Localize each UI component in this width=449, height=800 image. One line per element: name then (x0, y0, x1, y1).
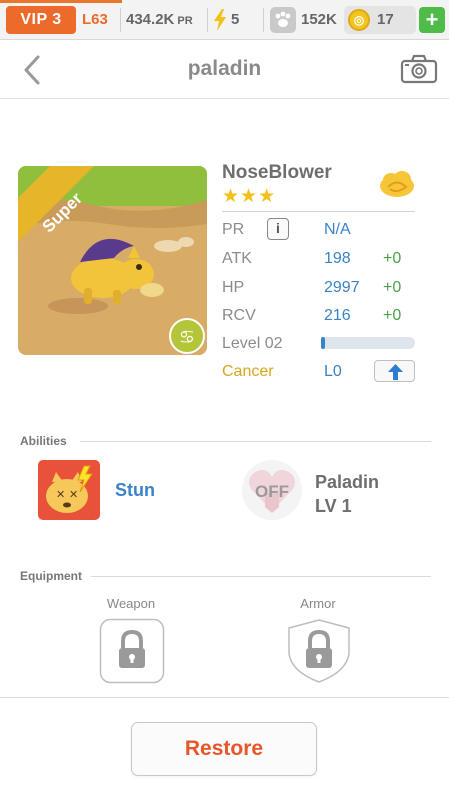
divider (91, 576, 431, 577)
level-label: Level 02 (222, 335, 283, 352)
svg-text:♋: ♋ (179, 327, 195, 348)
player-level: L63 (82, 11, 108, 28)
abilities-heading: Abilities (20, 434, 67, 448)
restore-button[interactable]: Restore (131, 722, 317, 776)
arrow-up-icon (388, 364, 403, 380)
off-badge: OFF (255, 482, 289, 501)
divider (263, 8, 264, 32)
divider (222, 211, 415, 212)
camera-icon[interactable] (400, 53, 438, 85)
paw-count: 152K (301, 11, 337, 28)
status-bar: VIP 3 L63 434.2K PR 5 152K ◎ 17 + (0, 0, 449, 40)
cloud-food-icon[interactable] (378, 168, 416, 200)
pet-portrait: Super ♋ (18, 166, 207, 355)
info-button[interactable]: i (267, 218, 289, 240)
rcv-label: RCV (222, 307, 256, 324)
vip-badge[interactable]: VIP 3 (6, 6, 76, 34)
page-header: paladin (0, 41, 449, 99)
pet-name: NoseBlower (222, 162, 332, 183)
rcv-bonus: +0 (383, 307, 402, 324)
svg-text:✕ ✕: ✕ ✕ (56, 488, 78, 501)
hp-value: 2997 (324, 279, 360, 296)
armor-label: Armor (300, 596, 336, 611)
atk-bonus: +0 (383, 250, 402, 267)
hp-label: HP (222, 279, 245, 296)
level-progress-bar (321, 337, 415, 349)
zodiac-label: Cancer (222, 363, 274, 380)
hp-bonus: +0 (383, 279, 402, 296)
zodiac-upgrade-button[interactable] (374, 360, 415, 382)
zodiac-rank: L0 (324, 363, 342, 380)
equipment-heading: Equipment (20, 569, 82, 583)
class-level: LV 1 (315, 496, 352, 516)
weapon-label: Weapon (106, 596, 156, 611)
class-name: Paladin LV 1 (315, 470, 379, 518)
heart-shield-icon[interactable]: OFF (241, 459, 303, 521)
power-rating: 434.2K PR (126, 6, 193, 34)
coin-icon: ◎ (348, 9, 370, 31)
divider (0, 697, 449, 698)
skill-name[interactable]: Stun (115, 480, 155, 501)
pr-label: PR (222, 221, 245, 238)
weapon-slot[interactable] (99, 618, 165, 684)
divider (80, 441, 431, 442)
class-title: Paladin (315, 472, 380, 492)
power-rating-value: 434.2K (126, 11, 175, 28)
atk-label: ATK (222, 250, 252, 267)
rcv-value: 216 (324, 307, 351, 324)
coin-count: 17 (377, 11, 394, 28)
star-rating: ★★★ (222, 186, 277, 207)
divider (120, 8, 121, 32)
stun-icon[interactable]: ✕ ✕ (38, 460, 100, 520)
lightning-icon (214, 9, 226, 31)
divider (207, 8, 208, 32)
atk-value: 198 (324, 250, 351, 267)
top-progress-bar (0, 0, 122, 3)
energy-count: 5 (231, 11, 240, 28)
paw-icon (270, 7, 296, 33)
pr-value: N/A (324, 221, 351, 238)
page-title: paladin (187, 57, 262, 80)
add-coins-button[interactable]: + (419, 7, 445, 33)
power-rating-unit: PR (177, 15, 193, 27)
armor-slot[interactable] (286, 618, 352, 684)
